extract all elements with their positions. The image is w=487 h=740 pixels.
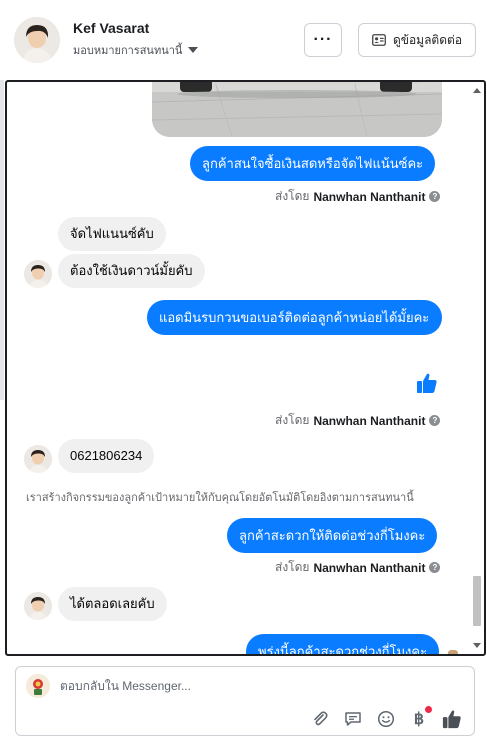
- page-avatar: [26, 674, 50, 698]
- sent-by-label: ส่งโดย Nanwhan Nanthanit ?: [275, 187, 441, 206]
- chat-bubble-icon: [345, 712, 361, 726]
- notification-dot: [425, 706, 432, 713]
- paperclip-icon: [314, 711, 328, 726]
- view-contact-button[interactable]: ดูข้อมูลติดต่อ: [358, 23, 476, 57]
- seen-avatar: [448, 650, 458, 654]
- emoji-button[interactable]: [376, 709, 396, 729]
- sender-name: Nanwhan Nanthanit: [313, 413, 426, 428]
- message-thread[interactable]: ลูกค้าสนใจซื้อเงินสดหรือจัดไฟแน้นซ์คะ ส่…: [5, 80, 486, 656]
- thread-scrollbar[interactable]: [472, 84, 481, 652]
- view-contact-label: ดูข้อมูลติดต่อ: [392, 32, 463, 47]
- ellipsis-icon: ···: [313, 31, 333, 48]
- outgoing-message[interactable]: ลูกค้าสนใจซื้อเงินสดหรือจัดไฟแน้นซ์คะ: [190, 146, 436, 181]
- payment-button[interactable]: ฿: [409, 706, 432, 729]
- customer-avatar-small: [24, 260, 52, 288]
- customer-avatar-small: [24, 445, 52, 473]
- outgoing-message[interactable]: แอดมินรบกวนขอเบอร์ติดต่อลูกค้าหน่อยได้มั…: [147, 300, 442, 335]
- assign-label: มอบหมายการสนทนานี้: [73, 45, 183, 57]
- sent-by-prefix: ส่งโดย: [275, 413, 310, 427]
- like-sticker-icon[interactable]: [416, 372, 438, 394]
- system-activity-note: เราสร้างกิจกรรมของลูกค้าเป้าหมายให้กับคุ…: [26, 492, 414, 504]
- customer-avatar[interactable]: [14, 17, 60, 63]
- smiley-icon: [377, 710, 395, 728]
- baht-icon: ฿: [413, 711, 425, 728]
- saved-replies-button[interactable]: [343, 709, 363, 729]
- left-panel-edge: [0, 80, 4, 400]
- question-icon[interactable]: ?: [429, 562, 441, 573]
- scrollbar-thumb[interactable]: [473, 576, 481, 626]
- incoming-message[interactable]: 0621806234: [58, 439, 155, 473]
- sent-by-label: ส่งโดย Nanwhan Nanthanit ?: [275, 558, 441, 577]
- scroll-up-icon[interactable]: [473, 88, 481, 93]
- customer-name: Kef Vasarat: [73, 20, 150, 36]
- reply-input[interactable]: [60, 679, 360, 693]
- question-icon[interactable]: ?: [429, 415, 441, 426]
- sent-by-prefix: ส่งโดย: [275, 189, 310, 203]
- send-like-button[interactable]: [442, 709, 462, 729]
- more-options-button[interactable]: ···: [304, 23, 342, 57]
- caret-down-icon: [188, 47, 199, 53]
- car-photo-attachment[interactable]: [152, 82, 442, 137]
- conversation-header: Kef Vasarat มอบหมายการสนทนานี้ ··· ดูข้อ…: [0, 0, 487, 80]
- attach-button[interactable]: [310, 709, 330, 729]
- contact-card-icon: [372, 34, 386, 46]
- outgoing-message[interactable]: ลูกค้าสะดวกให้ติดต่อช่วงกี่โมงคะ: [227, 518, 438, 553]
- sent-by-prefix: ส่งโดย: [275, 560, 310, 574]
- assign-conversation-dropdown[interactable]: มอบหมายการสนทนานี้: [73, 41, 199, 59]
- incoming-message[interactable]: ได้ตลอดเลยคับ: [58, 587, 167, 621]
- reply-composer: ฿: [15, 666, 475, 736]
- incoming-message[interactable]: ต้องใช้เงินดาวน์มั้ยคับ: [58, 254, 205, 288]
- scroll-down-icon[interactable]: [473, 643, 481, 648]
- customer-avatar-small: [24, 592, 52, 620]
- sent-by-label: ส่งโดย Nanwhan Nanthanit ?: [275, 411, 441, 430]
- question-icon[interactable]: ?: [429, 191, 441, 202]
- composer-toolbar: ฿: [310, 706, 462, 729]
- sender-name: Nanwhan Nanthanit: [313, 189, 426, 204]
- thumbs-up-icon: [442, 710, 461, 729]
- outgoing-message[interactable]: พรุ่งนี้ลูกค้าสะดวกช่วงกี่โมงคะ: [246, 634, 440, 654]
- sender-name: Nanwhan Nanthanit: [313, 560, 426, 575]
- incoming-message[interactable]: จัดไฟแนนซ์คับ: [58, 217, 166, 251]
